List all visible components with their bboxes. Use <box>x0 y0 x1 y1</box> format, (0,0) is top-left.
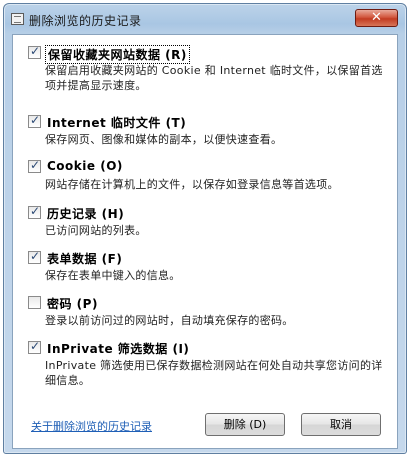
option-history: 历史记录 (H) 已访问网站的列表。 <box>28 204 388 237</box>
cancel-button[interactable]: 取消 <box>301 413 381 436</box>
option-description: 保存在表单中键入的信息。 <box>45 269 181 282</box>
option-description: 登录以前访问过的网站时，自动填充保存的密码。 <box>45 314 294 327</box>
checkbox-history[interactable] <box>28 204 41 219</box>
option-title[interactable]: 密码 (P) <box>47 295 98 312</box>
dialog-content: 保留收藏夹网站数据 (R) 保留启用收藏夹网站的 Cookie 和 Intern… <box>12 34 398 449</box>
option-description: 已访问网站的列表。 <box>45 224 147 237</box>
option-title[interactable]: 保留收藏夹网站数据 (R) <box>45 45 190 64</box>
option-form-data: 表单数据 (F) 保存在表单中键入的信息。 <box>28 249 388 282</box>
window-icon <box>11 13 24 25</box>
close-button[interactable]: ✕ <box>355 9 398 27</box>
delete-button[interactable]: 删除 (D) <box>205 413 285 436</box>
checkbox-form-data[interactable] <box>28 249 41 264</box>
option-inprivate-filtering: InPrivate 筛选数据 (I) InPrivate 筛选使用已保存数据检测… <box>28 339 388 387</box>
checkbox-cookies[interactable] <box>28 158 41 173</box>
checkbox-preserve-favorites[interactable] <box>28 44 41 59</box>
option-title[interactable]: 表单数据 (F) <box>47 250 122 267</box>
option-title[interactable]: InPrivate 筛选数据 (I) <box>47 340 189 357</box>
option-title[interactable]: 历史记录 (H) <box>47 205 124 222</box>
option-title[interactable]: Cookie (O) <box>47 159 123 173</box>
option-description: 网站存储在计算机上的文件，以保存如登录信息等首选项。 <box>45 178 339 191</box>
checkbox-temp-files[interactable] <box>28 113 41 128</box>
option-description: 保存网页、图像和媒体的副本，以便快速查看。 <box>45 133 283 146</box>
help-link[interactable]: 关于删除浏览的历史记录 <box>31 418 152 434</box>
option-description: 保留启用收藏夹网站的 Cookie 和 Internet 临时文件，以保留首选项… <box>45 64 383 92</box>
option-temp-files: Internet 临时文件 (T) 保存网页、图像和媒体的副本，以便快速查看。 <box>28 113 388 146</box>
checkbox-inprivate-filtering[interactable] <box>28 339 41 354</box>
option-description: InPrivate 筛选使用已保存数据检测网站在何处自动共享您访问的详细信息。 <box>45 359 383 387</box>
window-title: 删除浏览的历史记录 <box>29 14 142 28</box>
option-preserve-favorites: 保留收藏夹网站数据 (R) 保留启用收藏夹网站的 Cookie 和 Intern… <box>28 44 388 92</box>
checkbox-passwords[interactable] <box>28 296 41 309</box>
title-bar[interactable]: 删除浏览的历史记录 ✕ <box>4 4 406 34</box>
option-passwords: 密码 (P) 登录以前访问过的网站时，自动填充保存的密码。 <box>28 295 388 327</box>
option-cookies: Cookie (O) 网站存储在计算机上的文件，以保存如登录信息等首选项。 <box>28 158 388 191</box>
option-title[interactable]: Internet 临时文件 (T) <box>47 114 186 131</box>
dialog-window: 删除浏览的历史记录 ✕ 保留收藏夹网站数据 (R) 保留启用收藏夹网站的 Coo… <box>3 3 407 454</box>
